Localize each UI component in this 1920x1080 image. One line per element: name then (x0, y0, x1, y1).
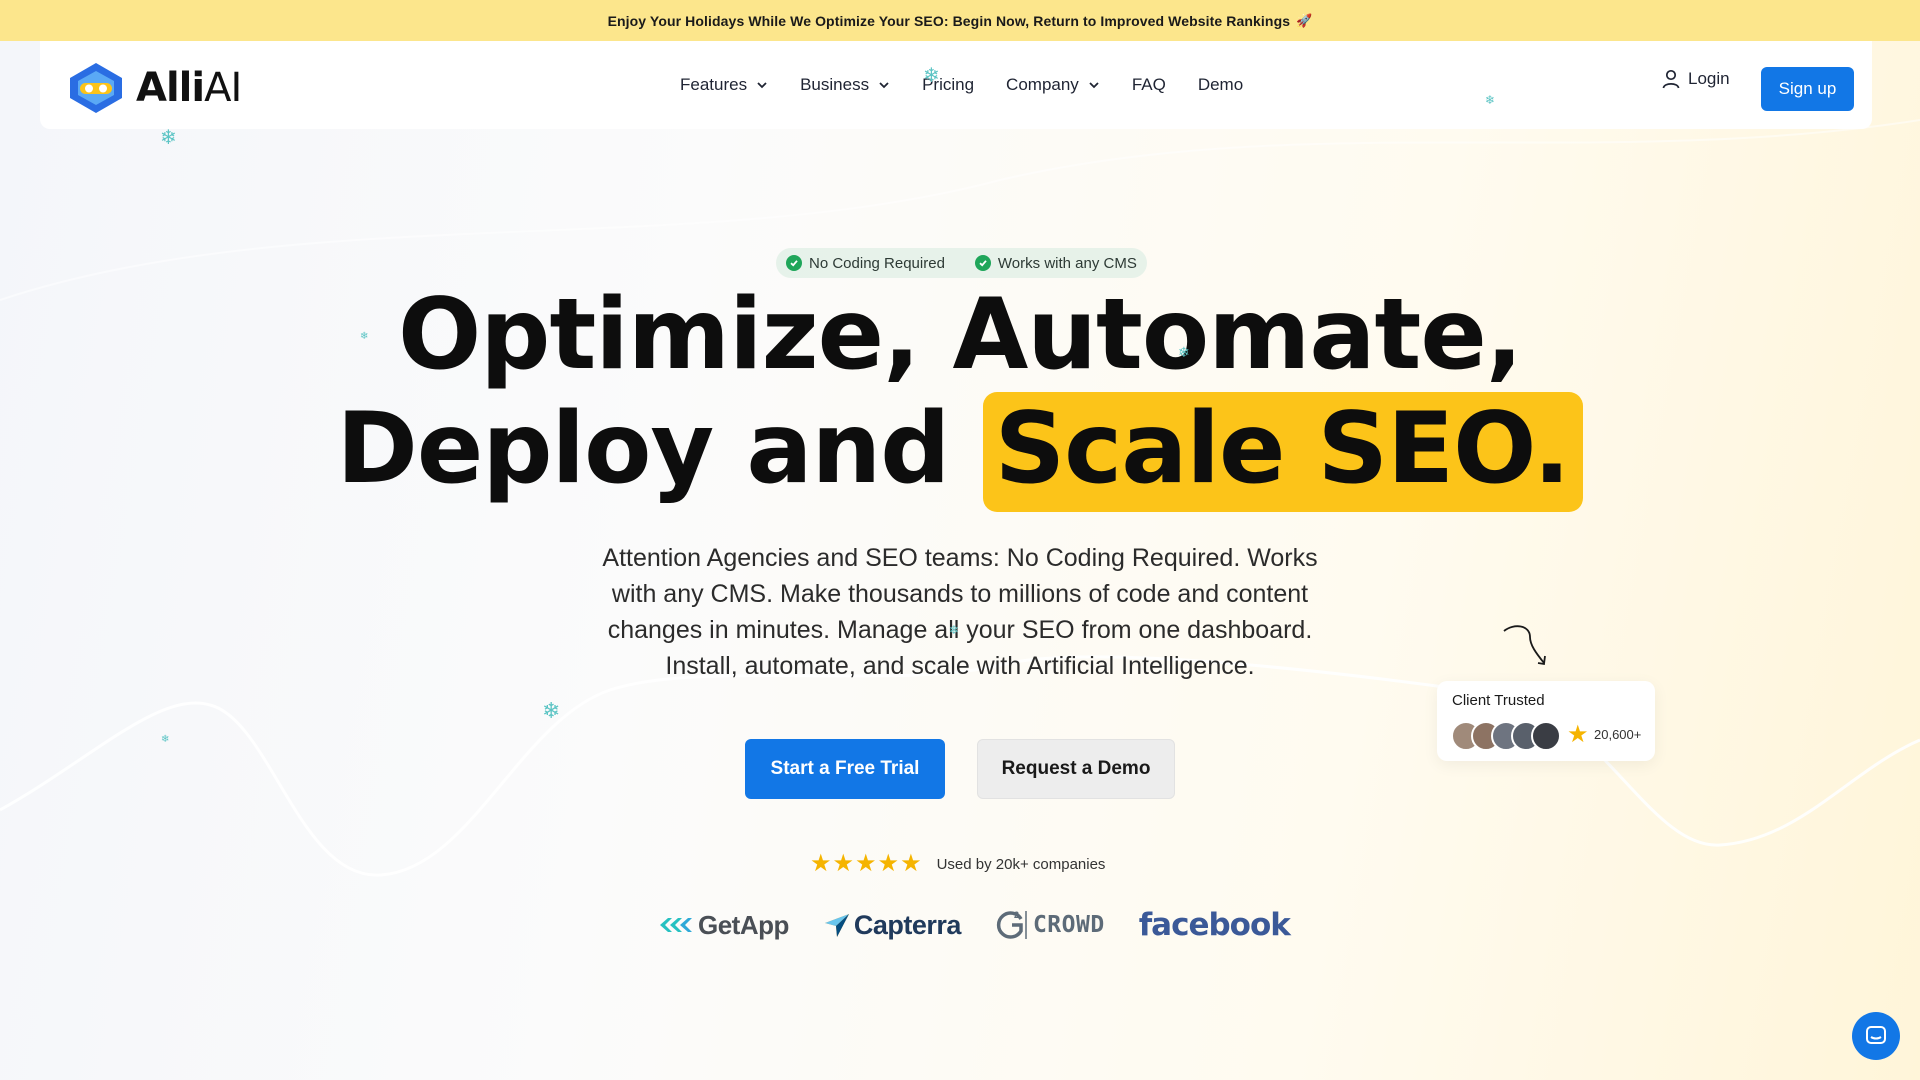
star-icon: ★ (810, 850, 832, 877)
signup-button[interactable]: Sign up (1761, 67, 1854, 111)
client-trusted-card: Client Trusted ★ 20,600+ (1437, 681, 1655, 761)
badge-any-cms: Works with any CMS (974, 254, 1137, 272)
g2-mark-icon: 2 (996, 910, 1027, 939)
request-demo-button[interactable]: Request a Demo (977, 739, 1175, 799)
snowflake-icon: ❄ (360, 331, 369, 342)
chevron-down-icon (1089, 82, 1099, 89)
snowflake-icon: ❄ (949, 623, 960, 637)
facebook-text: facebook (1138, 907, 1291, 943)
menu-faq[interactable]: FAQ (1132, 75, 1166, 95)
menu-company-label: Company (1006, 75, 1079, 94)
snowflake-icon: ❄ (1178, 344, 1190, 360)
avatar (1531, 721, 1561, 751)
rating-row: ★ ★ ★ ★ ★ Used by 20k+ companies (810, 852, 1105, 876)
navbar: AlliAI Features Business Pricing Company… (40, 41, 1872, 129)
promo-banner[interactable]: Enjoy Your Holidays While We Optimize Yo… (0, 0, 1920, 41)
snowflake-icon: ❄ (542, 698, 561, 723)
snowflake-icon: ❄ (161, 734, 170, 745)
menu-company[interactable]: Company (1006, 75, 1100, 95)
star-icon: ★ (1567, 721, 1589, 748)
menu-demo[interactable]: Demo (1198, 75, 1243, 95)
chevron-down-icon (879, 82, 889, 89)
star-icon: ★ (832, 850, 855, 877)
check-circle-icon (974, 255, 991, 271)
rating-stars: ★ ★ ★ ★ ★ (810, 852, 923, 876)
menu-business[interactable]: Business (800, 75, 890, 95)
menu-faq-label: FAQ (1131, 75, 1166, 94)
getapp-chevrons-icon (660, 918, 692, 932)
menu-features[interactable]: Features (680, 75, 768, 95)
star-icon: ★ (900, 850, 922, 877)
menu-features-label: Features (680, 75, 748, 94)
hero-subtext: Attention Agencies and SEO teams: No Cod… (602, 544, 1318, 680)
headline-highlight: Scale SEO. (982, 392, 1584, 512)
g2crowd-logo: 2 CROWD (995, 909, 1105, 941)
snowflake-icon: ❄ (1485, 93, 1496, 107)
menu-demo-label: Demo (1197, 75, 1244, 94)
menu-business-label: Business (800, 75, 870, 94)
getapp-logo: GetApp (660, 910, 789, 941)
logo-mark-icon (70, 63, 122, 113)
svg-text:2: 2 (1014, 910, 1019, 920)
start-free-trial-button[interactable]: Start a Free Trial (745, 739, 945, 799)
promo-text: Enjoy Your Holidays While We Optimize Yo… (607, 12, 1291, 29)
login-label: Login (1688, 69, 1730, 88)
brand-logos: GetApp Capterra 2 CROWD facebook (660, 905, 1324, 945)
rocket-icon: 🚀 (1296, 12, 1313, 28)
badge-any-cms-label: Works with any CMS (997, 254, 1137, 272)
star-icon: ★ (877, 850, 900, 877)
chat-icon (1866, 1026, 1886, 1044)
logo-text: AlliAI (136, 65, 242, 111)
snowflake-icon: ❄ (923, 65, 940, 87)
snowflake-icon: ❄ (160, 127, 177, 149)
client-trusted-title: Client Trusted (1452, 692, 1545, 709)
curved-arrow-icon (1503, 625, 1546, 666)
main-menu: Features Business Pricing Company FAQ De… (680, 41, 1275, 129)
chat-launcher-button[interactable] (1852, 1012, 1900, 1060)
capterra-text: Capterra (853, 909, 962, 940)
client-count: 20,600+ (1594, 727, 1642, 742)
feature-badges: No Coding Required Works with any CMS (776, 248, 1147, 278)
badge-no-coding-label: No Coding Required (809, 254, 945, 272)
crowd-text: CROWD (1032, 912, 1105, 938)
rating-text: Used by 20k+ companies (936, 855, 1106, 873)
badge-no-coding: No Coding Required (786, 255, 945, 272)
user-icon (1662, 69, 1680, 89)
avatar-stack (1451, 721, 1561, 751)
login-link[interactable]: Login (1662, 69, 1730, 89)
capterra-arrow-icon (824, 914, 849, 937)
capterra-logo: Capterra (823, 910, 961, 941)
star-icon: ★ (855, 850, 877, 877)
headline-line-1: Optimize, Automate, (397, 278, 1523, 392)
headline-plain: Deploy and (336, 392, 951, 506)
check-circle-icon (786, 255, 802, 271)
getapp-text: GetApp (698, 909, 789, 940)
logo[interactable]: AlliAI (66, 61, 242, 115)
facebook-logo: facebook (1138, 907, 1291, 943)
chevron-down-icon (757, 82, 767, 89)
headline-line-2: Deploy and Scale SEO. (0, 392, 1920, 512)
